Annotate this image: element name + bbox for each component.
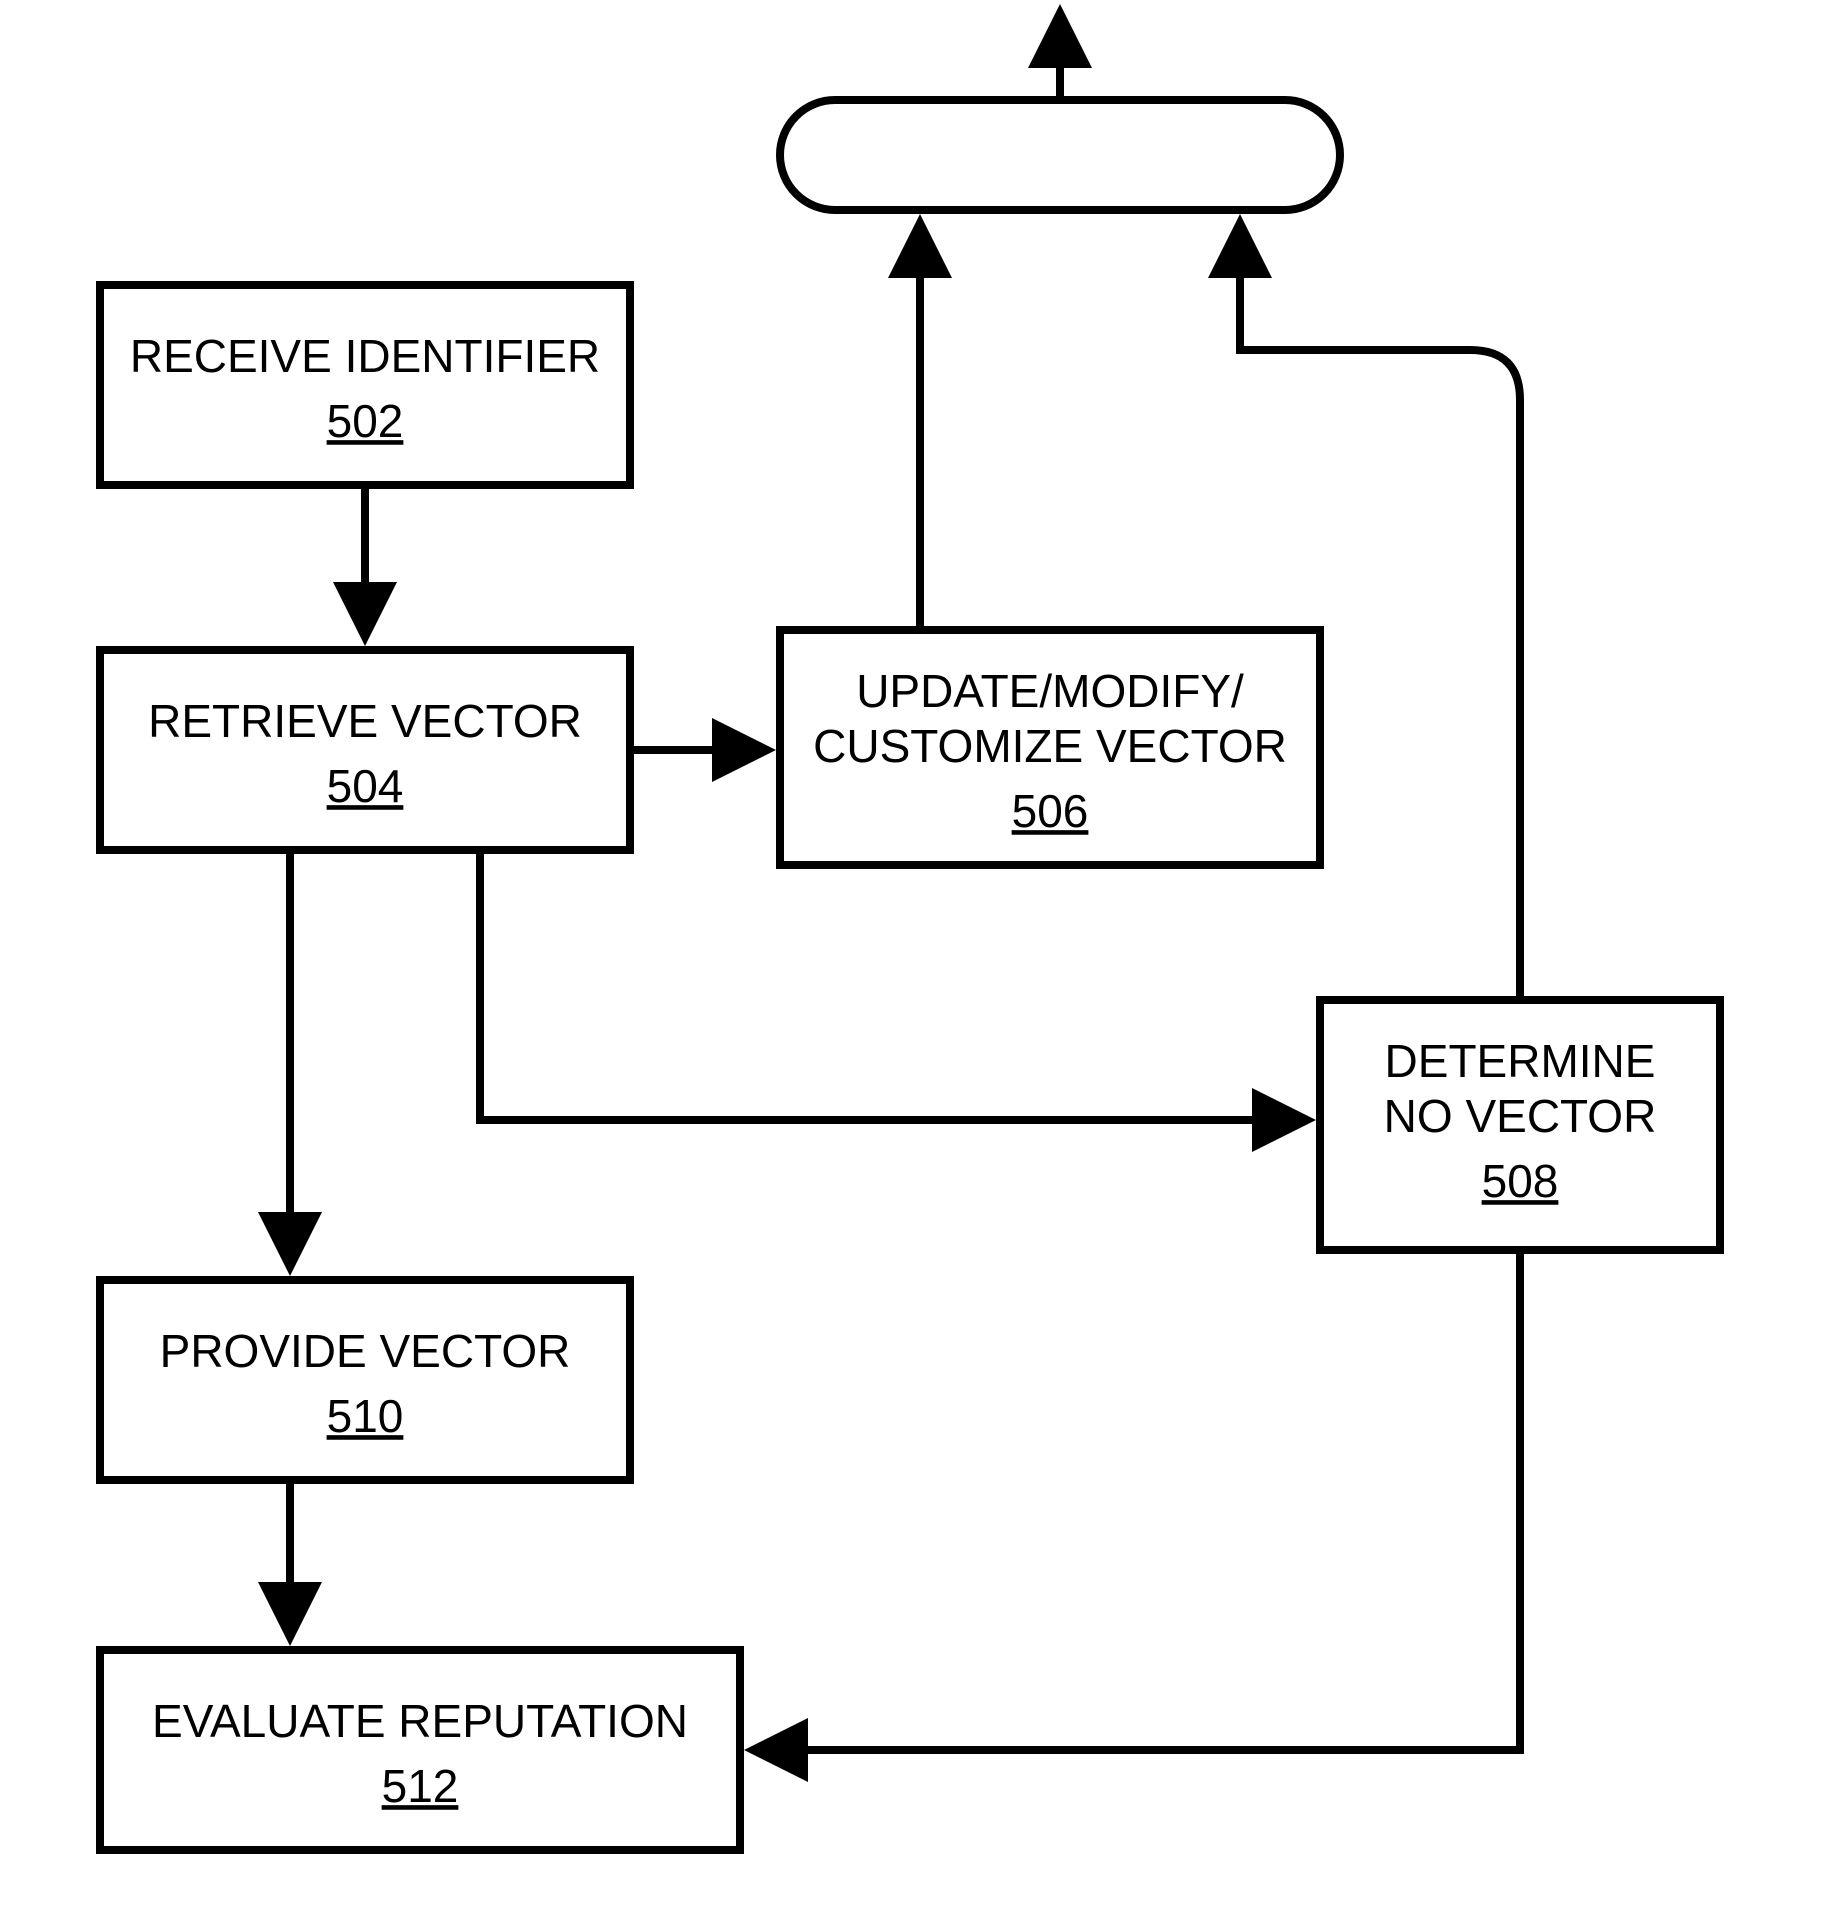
node-506: UPDATE/MODIFY/ CUSTOMIZE VECTOR 506 [780, 630, 1320, 865]
arrow-504-508 [480, 850, 1300, 1120]
node-510-ref: 510 [327, 1390, 404, 1442]
node-508-ref: 508 [1482, 1155, 1559, 1207]
node-502-ref: 502 [327, 395, 404, 447]
node-512: EVALUATE REPUTATION 512 [100, 1650, 740, 1850]
node-512-ref: 512 [382, 1760, 459, 1812]
terminator-node [780, 100, 1340, 210]
node-502: RECEIVE IDENTIFIER 502 [100, 285, 630, 485]
node-504: RETRIEVE VECTOR 504 [100, 650, 630, 850]
node-510-label: PROVIDE VECTOR [160, 1325, 571, 1377]
node-512-label: EVALUATE REPUTATION [152, 1695, 688, 1747]
node-504-ref: 504 [327, 760, 404, 812]
node-508: DETERMINE NO VECTOR 508 [1320, 1000, 1720, 1250]
flowchart: RECEIVE IDENTIFIER 502 RETRIEVE VECTOR 5… [0, 0, 1828, 1932]
node-510: PROVIDE VECTOR 510 [100, 1280, 630, 1480]
arrow-508-512 [760, 1250, 1520, 1750]
node-504-label: RETRIEVE VECTOR [148, 695, 582, 747]
node-506-label2: CUSTOMIZE VECTOR [813, 720, 1287, 772]
arrow-508-terminator [1240, 230, 1520, 1000]
node-506-ref: 506 [1012, 785, 1089, 837]
node-506-label1: UPDATE/MODIFY/ [856, 665, 1244, 717]
node-508-label2: NO VECTOR [1384, 1090, 1657, 1142]
node-502-label: RECEIVE IDENTIFIER [130, 330, 600, 382]
node-508-label1: DETERMINE [1385, 1035, 1656, 1087]
